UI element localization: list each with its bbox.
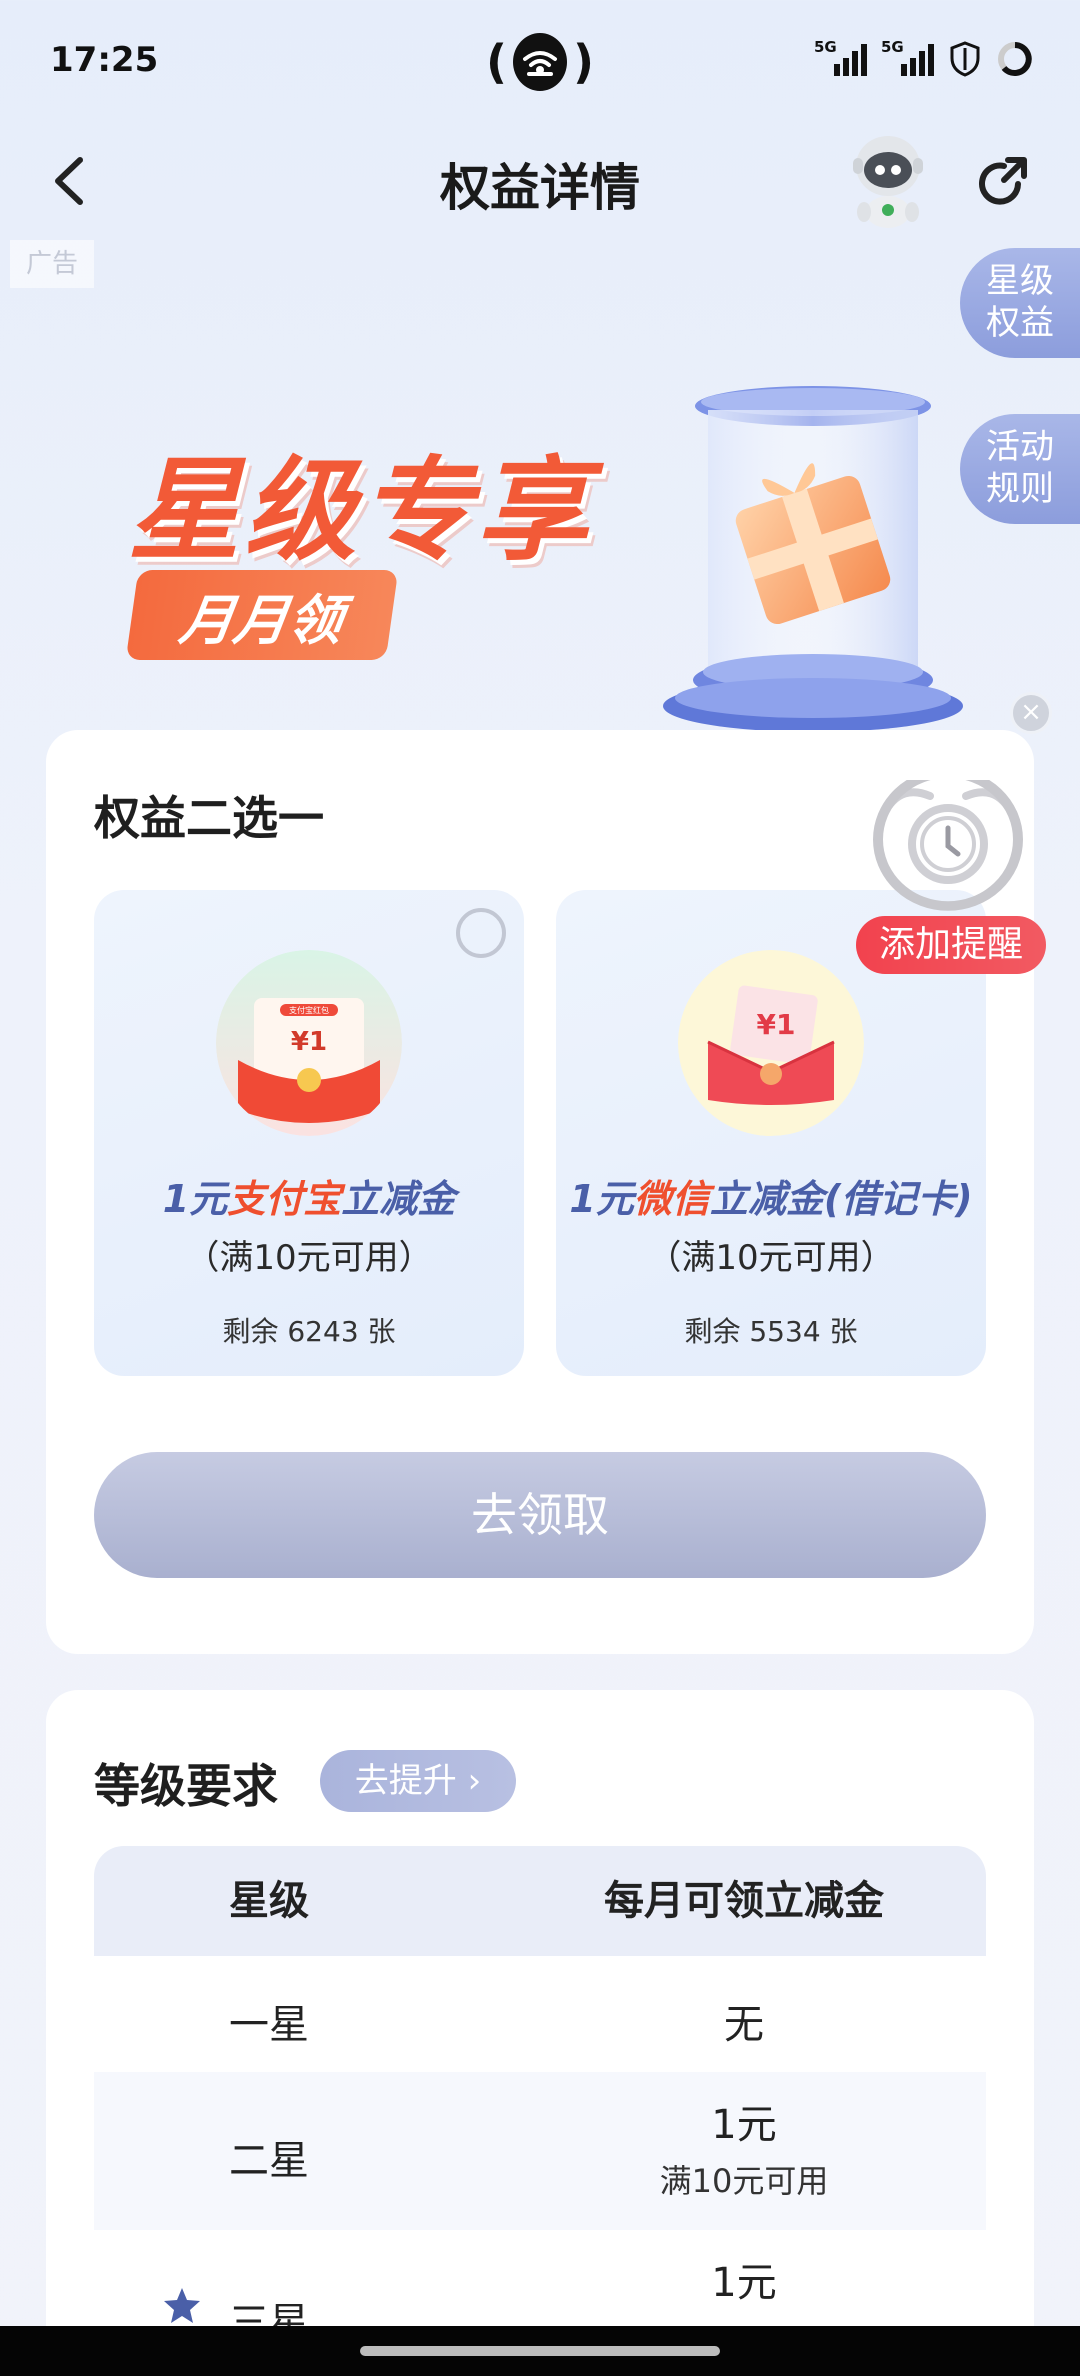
- radio-button[interactable]: [456, 908, 506, 958]
- activity-rules-tab[interactable]: 活动 规则: [960, 414, 1080, 524]
- option-remaining: 剩余 5534 张: [684, 1315, 858, 1348]
- close-icon: ×: [1020, 697, 1042, 727]
- option-name: 1元微信立减金(借记卡): [569, 1177, 973, 1221]
- alipay-red-packet-icon: 支付宝红包 ¥1: [216, 950, 402, 1136]
- status-icons: 5G 5G: [814, 38, 1034, 78]
- option-alipay[interactable]: 支付宝红包 ¥1 1元支付宝立减金 （满10元可用） 剩余 6243 张: [94, 890, 524, 1376]
- option-name: 1元支付宝立减金: [162, 1177, 456, 1221]
- mascot-icon[interactable]: [838, 126, 938, 230]
- star-benefits-label-1: 星级: [986, 261, 1054, 301]
- header: 权益详情: [0, 126, 1080, 236]
- table-cell-amount: 无: [724, 2002, 764, 2048]
- home-indicator[interactable]: [360, 2346, 720, 2356]
- table-cell-level: 二星: [229, 2138, 309, 2184]
- upgrade-button[interactable]: 去提升 ›: [320, 1750, 516, 1812]
- svg-text:¥1: ¥1: [757, 1008, 796, 1041]
- option-condition: （满10元可用）: [185, 1238, 433, 1278]
- status-bar: 17:25 ( ) 5G 5G: [0, 0, 1080, 126]
- signal-icon: 5G: [814, 38, 867, 76]
- level-title: 等级要求: [94, 1759, 278, 1813]
- banner-pill: 月月领: [125, 570, 399, 660]
- chevron-right-icon: ›: [467, 1761, 482, 1801]
- level-requirement-card: 等级要求 去提升 › 星级 每月可领立减金 一星 无 二星 1元 满10元可用 …: [46, 1690, 1034, 2376]
- navigation-bar: [0, 2326, 1080, 2376]
- claim-button[interactable]: 去领取: [94, 1452, 986, 1578]
- rules-label-2: 规则: [986, 469, 1054, 509]
- share-button[interactable]: [968, 148, 1038, 218]
- shield-icon: [950, 41, 980, 77]
- status-time: 17:25: [50, 40, 159, 80]
- table-header-cell: 星级: [229, 1878, 309, 1924]
- star-benefits-label-2: 权益: [986, 303, 1054, 343]
- option-remaining: 剩余 6243 张: [222, 1315, 396, 1348]
- hotspot-icon: [513, 33, 567, 91]
- choice-title: 权益二选一: [94, 791, 324, 845]
- share-icon: [979, 157, 1027, 205]
- table-cell-amount: 1元 满10元可用: [659, 2102, 829, 2200]
- close-ad-button[interactable]: ×: [1010, 692, 1052, 734]
- banner-title: 星级专享: [128, 446, 592, 576]
- table-cell-level: 一星: [229, 2002, 309, 2048]
- table-cell-amount: 1元: [711, 2260, 777, 2306]
- add-reminder-button[interactable]: 添加提醒: [856, 916, 1046, 974]
- star-benefits-tab[interactable]: 星级 权益: [960, 248, 1080, 358]
- wechat-red-packet-icon: ¥1: [678, 950, 864, 1136]
- rules-label-1: 活动: [986, 427, 1054, 467]
- svg-text:¥1: ¥1: [291, 1027, 327, 1057]
- ad-label: 广告: [10, 240, 94, 288]
- table-row: 二星 1元 满10元可用: [94, 2072, 986, 2230]
- option-condition: （满10元可用）: [647, 1238, 895, 1278]
- gift-display-icon: [663, 386, 963, 732]
- signal-icon: 5G: [881, 38, 934, 76]
- svg-text:支付宝红包: 支付宝红包: [289, 1005, 329, 1015]
- table-header: 星级 每月可领立减金: [94, 1846, 986, 1956]
- hotspot-indicator: ( ): [486, 33, 594, 91]
- table-header-cell: 每月可领立减金: [604, 1878, 884, 1924]
- table-row: 一星 无: [94, 1956, 986, 2072]
- battery-ring-icon: [998, 42, 1032, 76]
- level-table: 星级 每月可领立减金 一星 无 二星 1元 满10元可用 三星 1元: [94, 1846, 986, 2360]
